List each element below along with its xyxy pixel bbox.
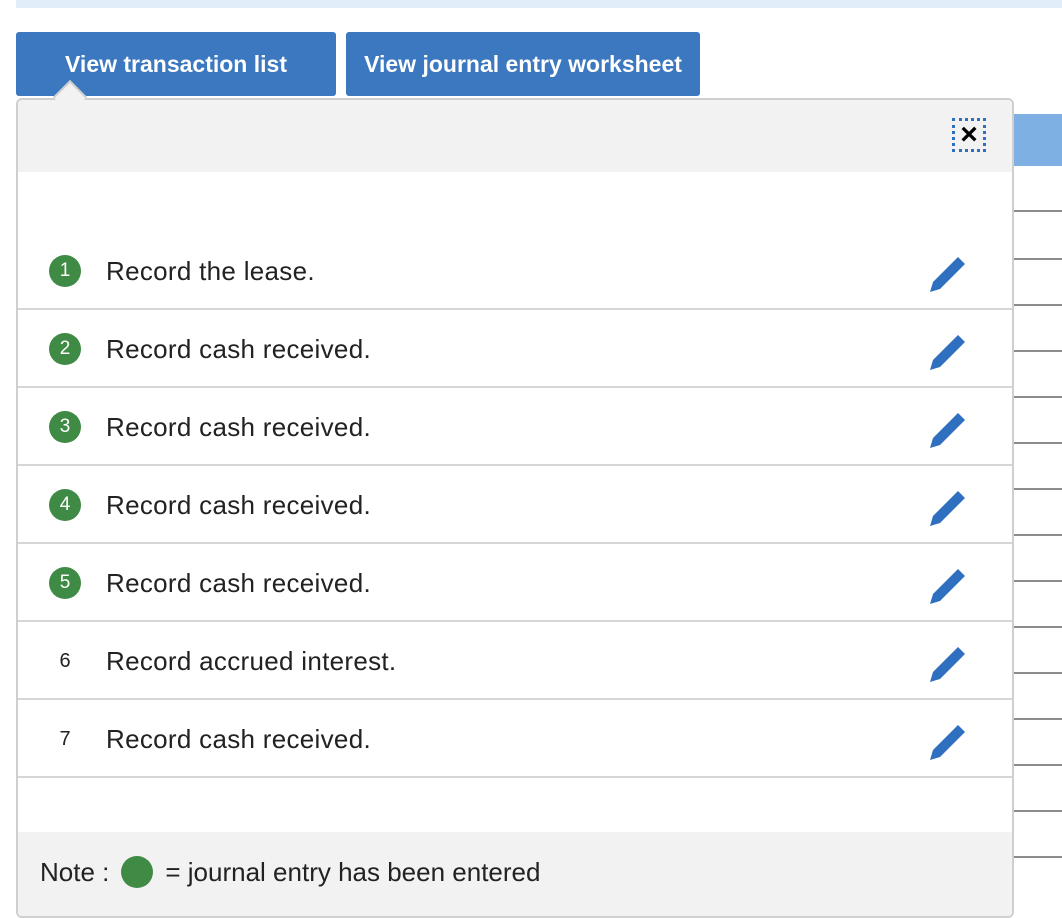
transaction-number: 7 bbox=[59, 727, 71, 750]
pencil-icon[interactable] bbox=[924, 250, 972, 298]
table-row-line bbox=[1014, 442, 1062, 444]
pencil-icon[interactable] bbox=[924, 406, 972, 454]
entered-number-badge: 3 bbox=[49, 411, 81, 443]
transaction-row-4: 4 Record cash received. bbox=[18, 466, 1012, 544]
table-row-line bbox=[1014, 672, 1062, 674]
transaction-number: 6 bbox=[59, 649, 71, 672]
entered-number-badge: 1 bbox=[49, 255, 81, 287]
entered-number-badge: 5 bbox=[49, 567, 81, 599]
table-row-line bbox=[1014, 580, 1062, 582]
table-row-line bbox=[1014, 810, 1062, 812]
view-journal-entry-worksheet-label: View journal entry worksheet bbox=[364, 50, 682, 77]
table-row-line bbox=[1014, 396, 1062, 398]
close-button[interactable]: × bbox=[952, 118, 986, 152]
table-row-line bbox=[1014, 718, 1062, 720]
background-table bbox=[1014, 114, 1062, 902]
transaction-description: Record cash received. bbox=[106, 724, 371, 754]
view-journal-entry-worksheet-button[interactable]: View journal entry worksheet bbox=[346, 32, 700, 96]
table-row-line bbox=[1014, 764, 1062, 766]
transaction-row-2: 2 Record cash received. bbox=[18, 310, 1012, 388]
legend-note: Note : = journal entry has been entered bbox=[18, 832, 1012, 916]
legend-note-text: Note : = journal entry has been entered bbox=[40, 852, 540, 892]
pencil-icon[interactable] bbox=[924, 718, 972, 766]
pencil-icon[interactable] bbox=[924, 328, 972, 376]
note-prefix: Note : bbox=[40, 857, 110, 887]
top-strip bbox=[16, 0, 1062, 8]
transaction-row-1: 1 Record the lease. bbox=[18, 232, 1012, 310]
table-row-line bbox=[1014, 856, 1062, 858]
table-row-line bbox=[1014, 304, 1062, 306]
transaction-list: 1 Record the lease. 2 Record cash receiv… bbox=[18, 232, 1012, 778]
background-table-header bbox=[1014, 114, 1062, 166]
note-suffix: = journal entry has been entered bbox=[165, 857, 541, 887]
pencil-icon[interactable] bbox=[924, 562, 972, 610]
table-row-line bbox=[1014, 626, 1062, 628]
transaction-row-7: 7 Record cash received. bbox=[18, 700, 1012, 778]
entered-number-badge: 4 bbox=[49, 489, 81, 521]
transaction-description: Record accrued interest. bbox=[106, 646, 397, 676]
transaction-row-6: 6 Record accrued interest. bbox=[18, 622, 1012, 700]
popup-header: × bbox=[18, 100, 1012, 172]
view-transaction-list-label: View transaction list bbox=[65, 50, 287, 77]
entered-number-badge: 2 bbox=[49, 333, 81, 365]
table-row-line bbox=[1014, 258, 1062, 260]
transaction-list-popup: × 1 Record the lease. 2 Record cash rece… bbox=[16, 98, 1014, 918]
pencil-icon[interactable] bbox=[924, 640, 972, 688]
transaction-row-3: 3 Record cash received. bbox=[18, 388, 1012, 466]
transaction-description: Record cash received. bbox=[106, 568, 371, 598]
pencil-icon[interactable] bbox=[924, 484, 972, 532]
table-row-line bbox=[1014, 534, 1062, 536]
transaction-row-5: 5 Record cash received. bbox=[18, 544, 1012, 622]
table-row-line bbox=[1014, 488, 1062, 490]
entered-dot-icon bbox=[121, 856, 154, 888]
transaction-description: Record the lease. bbox=[106, 256, 315, 286]
table-row-line bbox=[1014, 210, 1062, 212]
close-icon: × bbox=[960, 118, 978, 151]
table-row-line bbox=[1014, 350, 1062, 352]
transaction-description: Record cash received. bbox=[106, 412, 371, 442]
transaction-description: Record cash received. bbox=[106, 334, 371, 364]
transaction-description: Record cash received. bbox=[106, 490, 371, 520]
